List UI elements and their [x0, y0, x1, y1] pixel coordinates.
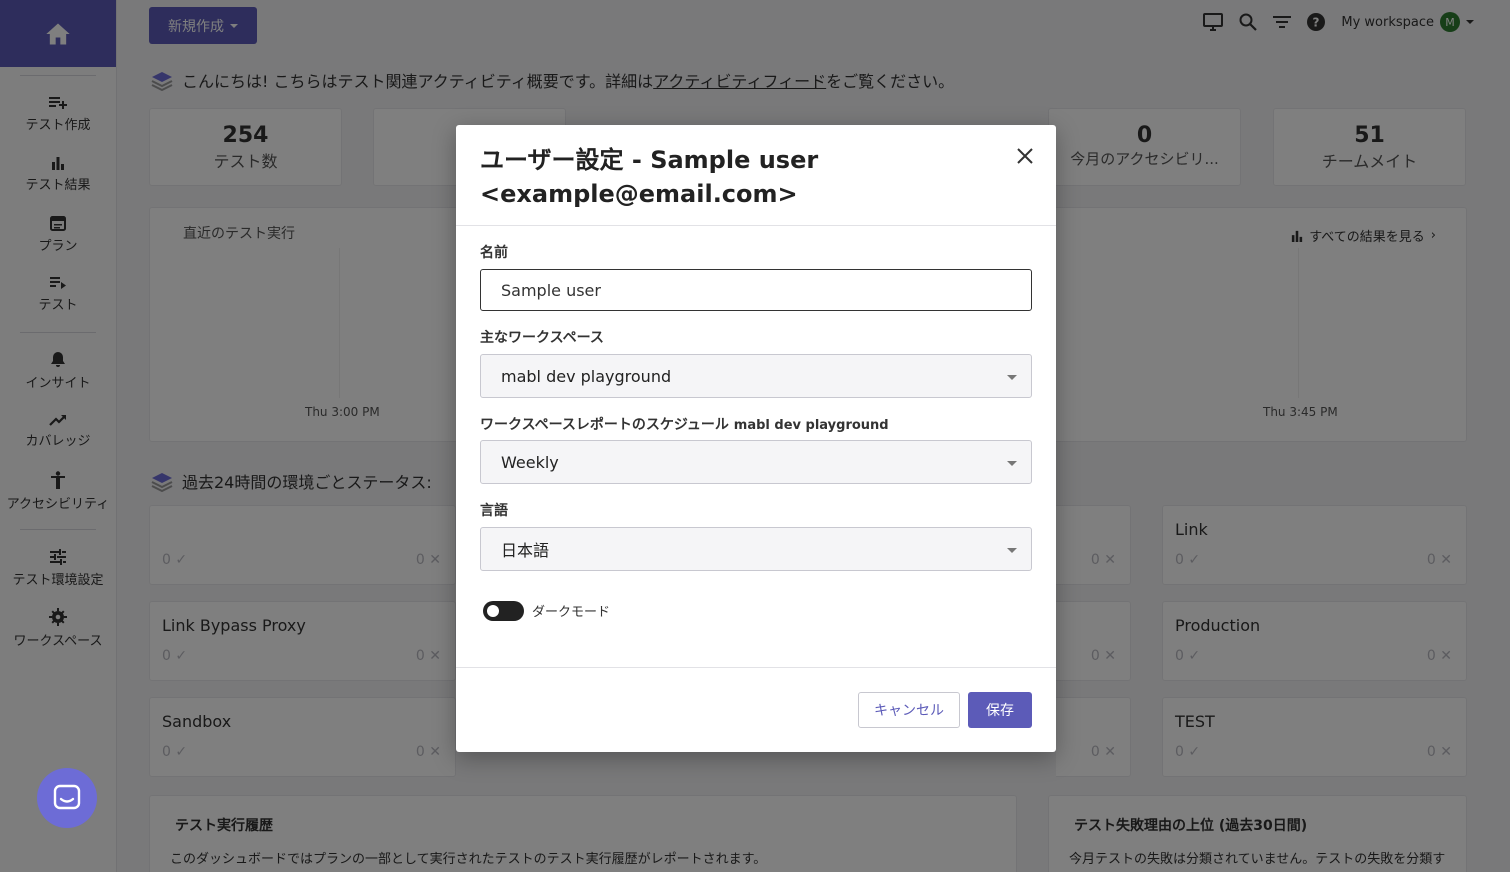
caret-down-icon: [1007, 461, 1017, 466]
workspace-select-value: mabl dev playground: [501, 366, 672, 386]
workspace-select[interactable]: mabl dev playground: [480, 354, 1032, 398]
language-label: 言語: [480, 503, 508, 519]
cancel-button[interactable]: キャンセル: [858, 692, 960, 728]
modal-title: ユーザー設定 - Sample user <example@email.com>: [480, 146, 819, 208]
close-icon[interactable]: [1014, 145, 1036, 167]
language-select[interactable]: 日本語: [480, 527, 1032, 571]
user-settings-modal: ユーザー設定 - Sample user <example@email.com>…: [456, 125, 1056, 752]
modal-header: ユーザー設定 - Sample user <example@email.com>: [456, 125, 1056, 226]
save-button[interactable]: 保存: [968, 692, 1032, 728]
schedule-label: ワークスペースレポートのスケジュール mabl dev playground: [480, 414, 889, 434]
schedule-select[interactable]: Weekly: [480, 440, 1032, 484]
schedule-label-workspace: mabl dev playground: [733, 418, 889, 433]
name-input[interactable]: [480, 269, 1032, 311]
chat-icon: [53, 784, 81, 810]
caret-down-icon: [1007, 548, 1017, 553]
chat-launcher[interactable]: [37, 768, 97, 828]
modal-footer: キャンセル 保存: [456, 667, 1056, 752]
toggle-knob: [487, 605, 499, 617]
name-label: 名前: [480, 245, 508, 261]
workspace-label: 主なワークスペース: [480, 330, 604, 346]
dark-mode-label: ダークモード: [532, 605, 611, 620]
schedule-select-value: Weekly: [501, 452, 559, 472]
caret-down-icon: [1007, 375, 1017, 380]
language-select-value: 日本語: [501, 541, 550, 560]
schedule-label-text: ワークスペースレポートのスケジュール: [480, 417, 729, 433]
dark-mode-toggle[interactable]: [483, 601, 524, 621]
